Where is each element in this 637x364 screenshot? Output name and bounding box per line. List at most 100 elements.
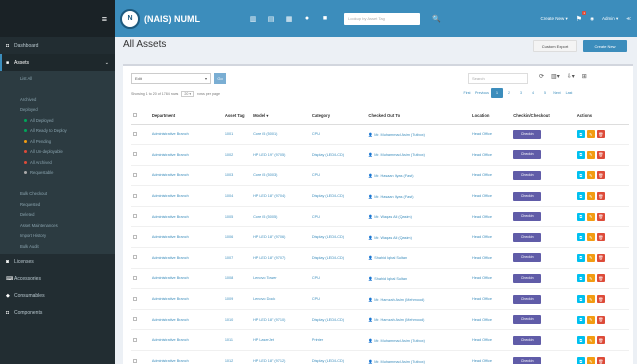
- sidebar-item-accessories[interactable]: ⌨ Accessories: [0, 271, 115, 288]
- table-row[interactable]: Administrative Branch 1002 HP LED 19" (970…: [131, 144, 629, 166]
- checkin-button[interactable]: Checkin: [513, 335, 542, 345]
- location-cell[interactable]: Head Office: [470, 164, 512, 186]
- clone-icon[interactable]: ⧉: [576, 192, 585, 201]
- checked-out-to-cell[interactable]: 👤 Mr. Hasaan Ilyas (Fast): [366, 164, 471, 186]
- edit-icon[interactable]: ✎: [586, 274, 595, 283]
- column-header[interactable]: Model ▾: [251, 108, 310, 125]
- category-cell[interactable]: Display (LED/LCD): [309, 185, 367, 207]
- bulk-go-button[interactable]: Go: [214, 73, 226, 84]
- delete-icon[interactable]: 🗑: [596, 295, 605, 304]
- row-checkbox[interactable]: [133, 214, 137, 219]
- sidebar-subitem[interactable]: Import History: [0, 231, 115, 242]
- table-row[interactable]: Administrative Branch 1006 HP LED 18" (970…: [131, 226, 629, 248]
- location-cell[interactable]: Head Office: [470, 205, 512, 227]
- asset-tag-cell[interactable]: 1011: [222, 329, 252, 351]
- delete-icon[interactable]: 🗑: [596, 192, 605, 201]
- edit-icon[interactable]: ✎: [586, 212, 595, 221]
- column-header[interactable]: Checked Out To: [366, 108, 471, 125]
- delete-icon[interactable]: 🗑: [596, 253, 605, 262]
- edit-icon[interactable]: ✎: [586, 295, 595, 304]
- edit-icon[interactable]: ✎: [586, 233, 595, 242]
- clone-icon[interactable]: ⧉: [576, 336, 585, 345]
- clone-icon[interactable]: ⧉: [576, 253, 585, 262]
- checkin-button[interactable]: Checkin: [513, 129, 542, 139]
- clone-icon[interactable]: ⧉: [576, 212, 585, 221]
- model-cell[interactable]: Core i5 (5001): [251, 123, 310, 145]
- checkin-button[interactable]: Checkin: [513, 150, 542, 160]
- edit-icon[interactable]: ✎: [586, 150, 595, 159]
- column-header[interactable]: Department: [149, 108, 223, 125]
- row-checkbox[interactable]: [133, 275, 137, 280]
- category-cell[interactable]: CPU: [309, 267, 367, 289]
- table-row[interactable]: Administrative Branch 1012 HP LED 18" (971…: [131, 350, 629, 364]
- model-cell[interactable]: HP LaserJet: [251, 329, 310, 351]
- sidebar-subitem[interactable]: Asset Maintenances: [0, 220, 115, 231]
- sidebar-item-assets[interactable]: ■ Assets ⌄: [0, 54, 115, 71]
- checked-out-to-cell[interactable]: 👤 Mr. Muhammad Asim (Tutbox): [366, 123, 471, 145]
- location-cell[interactable]: Head Office: [470, 123, 512, 145]
- asset-tag-cell[interactable]: 1004: [222, 185, 252, 207]
- asset-tag-cell[interactable]: 1010: [222, 308, 252, 330]
- location-cell[interactable]: Head Office: [470, 350, 512, 364]
- column-header[interactable]: Checkin/Checkout: [511, 108, 575, 125]
- location-cell[interactable]: Head Office: [470, 144, 512, 166]
- page-link[interactable]: 4: [527, 88, 539, 98]
- table-row[interactable]: Administrative Branch 1005 Core i5 (5005) C…: [131, 205, 629, 227]
- model-cell[interactable]: Lenovo Dock: [251, 288, 310, 310]
- category-cell[interactable]: CPU: [309, 123, 367, 145]
- model-cell[interactable]: HP LED 18" (9707): [251, 247, 310, 269]
- column-header[interactable]: Asset Tag: [222, 108, 252, 125]
- row-checkbox[interactable]: [133, 152, 137, 157]
- edit-icon[interactable]: ✎: [586, 253, 595, 262]
- row-checkbox[interactable]: [133, 358, 137, 363]
- table-row[interactable]: Administrative Branch 1001 Core i5 (5001) C…: [131, 123, 629, 145]
- edit-icon[interactable]: ✎: [586, 192, 595, 201]
- bulk-action-select[interactable]: Edit ▾: [131, 73, 211, 84]
- model-cell[interactable]: HP LED 19" (9705): [251, 144, 310, 166]
- asset-tag-cell[interactable]: 1006: [222, 226, 252, 248]
- department-cell[interactable]: Administrative Branch: [149, 123, 223, 145]
- clone-icon[interactable]: ⧉: [576, 150, 585, 159]
- clone-icon[interactable]: ⧉: [576, 274, 585, 283]
- sidebar-subitem[interactable]: Bulk Audit: [0, 241, 115, 252]
- category-cell[interactable]: Display (LED/LCD): [309, 247, 367, 269]
- department-cell[interactable]: Administrative Branch: [149, 288, 223, 310]
- page-link[interactable]: Next: [551, 88, 563, 98]
- page-link[interactable]: 5: [539, 88, 551, 98]
- page-link[interactable]: First: [461, 88, 473, 98]
- columns-icon[interactable]: ▥▾: [551, 73, 560, 80]
- sidebar-subitem[interactable]: All Archived: [0, 157, 115, 168]
- location-cell[interactable]: Head Office: [470, 226, 512, 248]
- checkin-button[interactable]: Checkin: [513, 191, 542, 201]
- table-row[interactable]: Administrative Branch 1008 Lenovo Tower CPU…: [131, 267, 629, 289]
- checkin-button[interactable]: Checkin: [513, 232, 542, 242]
- tint-icon[interactable]: ●: [298, 15, 316, 23]
- sidebar-subitem[interactable]: Requested: [0, 199, 115, 210]
- table-row[interactable]: Administrative Branch 1010 HP LED 18" (971…: [131, 308, 629, 330]
- sidebar-subitem[interactable]: Requestable: [0, 168, 115, 179]
- per-page-select[interactable]: 20 ▾: [181, 91, 195, 97]
- sidebar-item-consumables[interactable]: ◆ Consumables: [0, 288, 115, 305]
- asset-tag-cell[interactable]: 1001: [222, 123, 252, 145]
- page-link[interactable]: 3: [515, 88, 527, 98]
- model-cell[interactable]: Lenovo Tower: [251, 267, 310, 289]
- create-new-menu[interactable]: Create New ▾: [541, 16, 568, 22]
- category-cell[interactable]: CPU: [309, 164, 367, 186]
- location-cell[interactable]: Head Office: [470, 267, 512, 289]
- page-link[interactable]: Last: [563, 88, 575, 98]
- department-cell[interactable]: Administrative Branch: [149, 329, 223, 351]
- model-cell[interactable]: HP LED 18" (9710): [251, 308, 310, 330]
- location-cell[interactable]: Head Office: [470, 329, 512, 351]
- location-cell[interactable]: Head Office: [470, 185, 512, 207]
- sidebar-subitem[interactable]: Deployed: [0, 105, 115, 116]
- checkin-button[interactable]: Checkin: [513, 273, 542, 283]
- edit-icon[interactable]: ✎: [586, 336, 595, 345]
- department-cell[interactable]: Administrative Branch: [149, 164, 223, 186]
- model-cell[interactable]: Core i5 (5003): [251, 164, 310, 186]
- sidebar-item-licenses[interactable]: ◙ Licenses: [0, 254, 115, 271]
- location-cell[interactable]: Head Office: [470, 247, 512, 269]
- department-cell[interactable]: Administrative Branch: [149, 226, 223, 248]
- checkin-button[interactable]: Checkin: [513, 315, 542, 325]
- department-cell[interactable]: Administrative Branch: [149, 185, 223, 207]
- page-link[interactable]: 1: [490, 88, 503, 98]
